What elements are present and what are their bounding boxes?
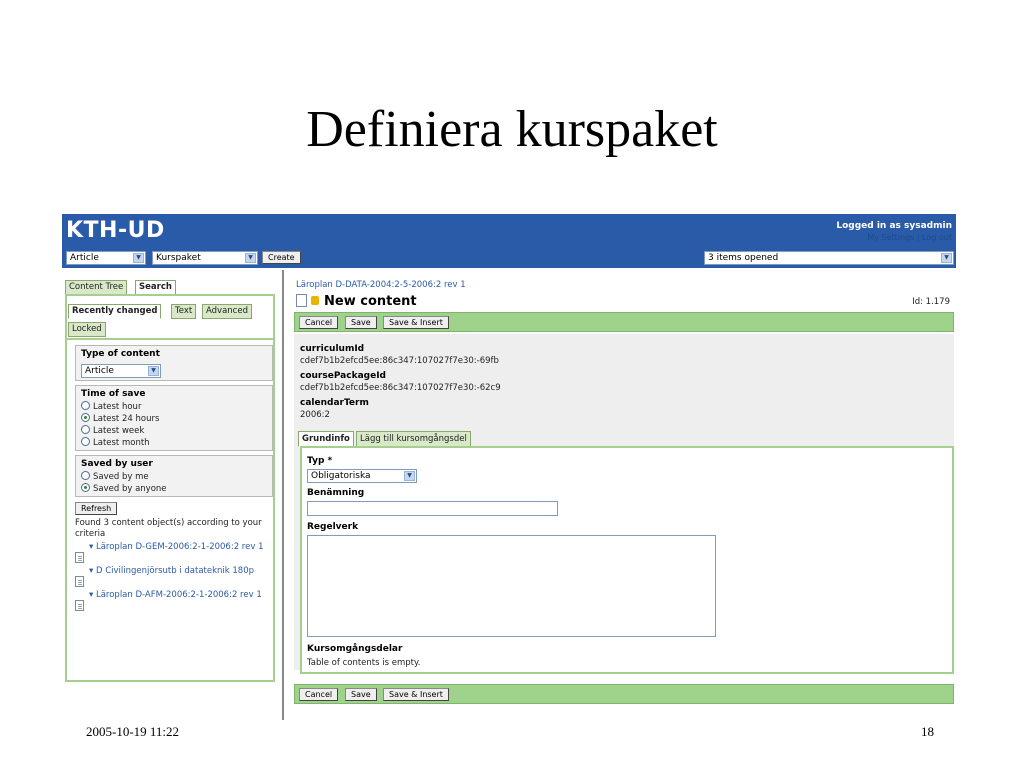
main-panel: Läroplan D-DATA-2004:2-5-2006:2 rev 1 Ne… (288, 270, 956, 720)
time-fieldset: Time of save Latest hour Latest 24 hours… (75, 385, 273, 451)
result-item-label: ▾ Läroplan D-GEM-2006:2-1-2006:2 rev 1 (89, 542, 264, 552)
search-panel: Type of content Article ▼ Time of save L… (65, 338, 275, 682)
radio-label: Latest month (93, 438, 150, 448)
radio-saved-by-anyone[interactable]: Saved by anyone (81, 483, 167, 494)
template-select[interactable]: Kurspaket ▼ (152, 251, 258, 265)
page-title-text: New content (324, 294, 417, 309)
subtab-text[interactable]: Text (171, 304, 197, 319)
tab-content-tree[interactable]: Content Tree (65, 280, 128, 295)
subtab-advanced[interactable]: Advanced (202, 304, 252, 319)
slide-date: 2005-10-19 11:22 (86, 724, 180, 739)
document-icon (75, 576, 84, 587)
lock-icon (311, 296, 319, 305)
radio-latest-24-hours[interactable]: Latest 24 hours (81, 413, 160, 424)
result-item[interactable]: ▾ Läroplan D-GEM-2006:2-1-2006:2 rev 1 (75, 542, 265, 563)
result-item[interactable]: ▾ D Civilingenjörsutb i datateknik 180p (75, 566, 265, 587)
radio-label: Latest 24 hours (93, 414, 160, 424)
field-label-calendar-term: calendarTerm (300, 398, 369, 408)
type-fieldset: Type of content Article ▼ (75, 345, 273, 381)
result-item-label: ▾ D Civilingenjörsutb i datateknik 180p (89, 566, 255, 576)
user-title: Saved by user (81, 459, 153, 469)
top-bar: KTH-UD Logged in as sysadmin My Settings… (62, 214, 956, 268)
cancel-button[interactable]: Cancel (299, 316, 339, 329)
chevron-down-icon: ▼ (941, 253, 952, 263)
radio-saved-by-me[interactable]: Saved by me (81, 471, 149, 482)
regelverk-label: Regelverk (307, 522, 359, 532)
top-action-bar: Cancel Save Save & Insert (294, 312, 954, 332)
chevron-down-icon: ▼ (404, 471, 415, 481)
page-title: New content (296, 294, 417, 309)
field-label-curriculum-id: curriculumId (300, 344, 365, 354)
radio-icon (81, 425, 90, 434)
radio-latest-month[interactable]: Latest month (81, 437, 150, 448)
document-icon (75, 600, 84, 611)
user-fieldset: Saved by user Saved by me Saved by anyon… (75, 455, 273, 497)
time-title: Time of save (81, 389, 146, 399)
logo: KTH-UD (66, 218, 165, 243)
radio-icon (81, 437, 90, 446)
result-item-label: ▾ Läroplan D-AFM-2006:2-1-2006:2 rev 1 (89, 590, 262, 600)
radio-label: Latest week (93, 426, 145, 436)
grundinfo-panel: Typ * Obligatoriska ▼ Benämning Regelver… (300, 446, 954, 674)
login-status: Logged in as sysadmin (836, 221, 952, 231)
typ-select-value: Obligatoriska (311, 471, 371, 481)
field-label-course-package-id: coursePackageId (300, 371, 386, 381)
benamning-label: Benämning (307, 488, 365, 498)
opened-items-select[interactable]: 3 items opened ▼ (704, 251, 954, 265)
typ-label: Typ * (307, 456, 333, 466)
bottom-action-bar: Cancel Save Save & Insert (294, 684, 954, 704)
save-button[interactable]: Save (345, 316, 377, 329)
regelverk-textarea[interactable] (307, 535, 716, 637)
cancel-button[interactable]: Cancel (299, 688, 339, 701)
kursomgangsdelar-label: Kursomgångsdelar (307, 644, 403, 654)
radio-icon (81, 401, 90, 410)
document-icon (75, 552, 84, 563)
cms-window: KTH-UD Logged in as sysadmin My Settings… (62, 214, 956, 720)
left-panel: Content Tree Search Recently changed Tex… (62, 270, 284, 720)
benamning-input[interactable] (307, 501, 558, 516)
radio-latest-hour[interactable]: Latest hour (81, 401, 142, 412)
create-button[interactable]: Create (262, 251, 301, 264)
subtab-locked[interactable]: Locked (68, 322, 106, 337)
type-select-value: Article (85, 366, 114, 376)
tab-lagg-till-kursomgangsdel[interactable]: Lägg till kursomgångsdel (356, 431, 471, 447)
radio-checked-icon (81, 483, 90, 492)
radio-checked-icon (81, 413, 90, 422)
slide-title: Definiera kurspaket (306, 101, 718, 158)
typ-select[interactable]: Obligatoriska ▼ (307, 469, 417, 483)
save-insert-button[interactable]: Save & Insert (383, 688, 449, 701)
field-value-course-package-id: cdef7b1b2efcd5ee:86c347:107027f7e30:-62c… (300, 383, 501, 393)
type-title: Type of content (81, 349, 160, 359)
chevron-down-icon: ▼ (133, 253, 144, 263)
kursomgangsdelar-empty: Table of contents is empty. (307, 658, 421, 668)
save-insert-button[interactable]: Save & Insert (383, 316, 449, 329)
tab-search[interactable]: Search (135, 280, 176, 295)
content-id: Id: 1.179 (912, 297, 950, 307)
radio-label: Latest hour (93, 402, 142, 412)
field-value-calendar-term: 2006:2 (300, 410, 330, 420)
radio-label: Saved by me (93, 472, 149, 482)
template-select-value: Kurspaket (156, 253, 201, 263)
slide-page-number: 18 (921, 724, 934, 739)
tab-grundinfo[interactable]: Grundinfo (298, 431, 354, 447)
chevron-down-icon: ▼ (245, 253, 256, 263)
page-icon (296, 294, 307, 307)
radio-label: Saved by anyone (93, 484, 167, 494)
refresh-button[interactable]: Refresh (75, 502, 118, 515)
content-form: curriculumId cdef7b1b2efcd5ee:86c347:107… (294, 334, 954, 674)
content-type-select-value: Article (70, 253, 99, 263)
user-links[interactable]: My Settings | Log out (867, 233, 952, 242)
subtab-recently-changed[interactable]: Recently changed (68, 304, 162, 319)
type-select[interactable]: Article ▼ (81, 364, 161, 378)
opened-items-select-value: 3 items opened (708, 253, 779, 263)
content-type-select[interactable]: Article ▼ (66, 251, 146, 265)
field-value-curriculum-id: cdef7b1b2efcd5ee:86c347:107027f7e30:-69f… (300, 356, 499, 366)
radio-latest-week[interactable]: Latest week (81, 425, 145, 436)
breadcrumb[interactable]: Läroplan D-DATA-2004:2-5-2006:2 rev 1 (296, 280, 466, 290)
radio-icon (81, 471, 90, 480)
result-item[interactable]: ▾ Läroplan D-AFM-2006:2-1-2006:2 rev 1 (75, 590, 265, 611)
save-button[interactable]: Save (345, 688, 377, 701)
chevron-down-icon: ▼ (148, 366, 159, 376)
result-summary: Found 3 content object(s) according to y… (75, 518, 262, 539)
